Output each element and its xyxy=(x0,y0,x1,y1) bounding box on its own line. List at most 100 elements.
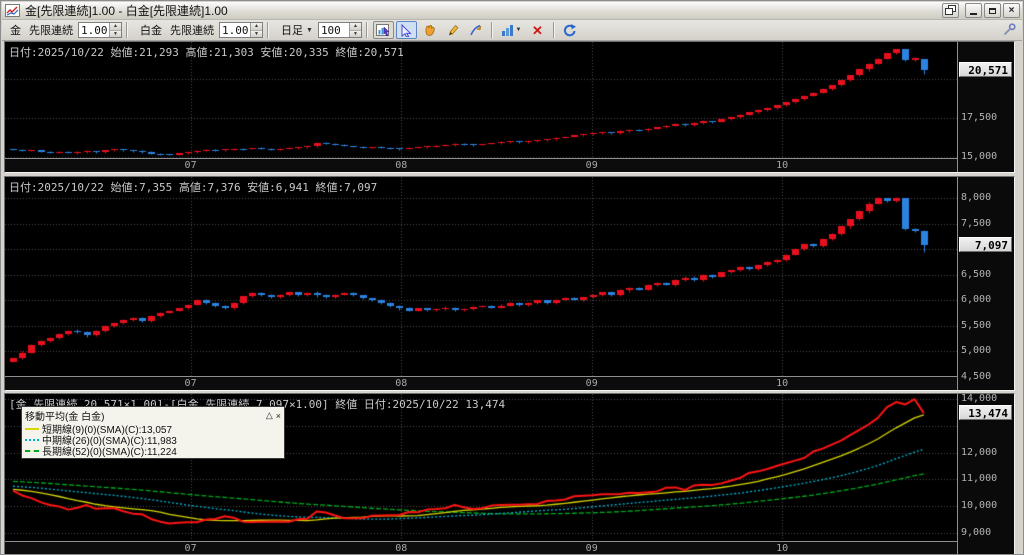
x-axis-month-label: 08 xyxy=(395,160,408,171)
y-axis-tick-label: 9,000 xyxy=(961,526,992,538)
legend-collapse-icon[interactable]: △ xyxy=(266,410,273,421)
refresh-icon xyxy=(564,23,577,36)
long-ma-label: 長期線(52)(0)(SMA)(C):11,224 xyxy=(42,447,177,458)
pencil-icon xyxy=(448,24,459,35)
toolbar: 金 先限連続 1.00 ▲ ▼ 白金 先限連続 1.00 ▲ ▼ 日足 ▼ 100 … xyxy=(2,20,1022,41)
short-ma-swatch xyxy=(25,427,39,430)
gold-ohlc-info: 日付:2025/10/22 始値:21,293 高値:21,303 安値:20,… xyxy=(9,46,404,59)
gold-y-axis: 17,500 15,000 20,571 xyxy=(957,42,1014,172)
spinner-buttons[interactable]: ▲ ▼ xyxy=(348,23,361,37)
y-axis-tick-label: 8,000 xyxy=(961,192,992,204)
pen-annotate-tool-button[interactable] xyxy=(465,21,486,39)
select-arrow-tool-button[interactable] xyxy=(395,21,417,39)
y-axis-tick-label: 12,000 xyxy=(961,446,998,458)
window-title: 金[先限連続]1.00 - 白金[先限連続]1.00 xyxy=(25,4,228,18)
maximize-icon xyxy=(989,7,996,14)
y-axis-tick-label: 15,000 xyxy=(961,150,998,162)
y-axis-tick-label: 6,000 xyxy=(961,294,992,306)
spinner-buttons[interactable]: ▲ ▼ xyxy=(250,23,262,37)
x-axis-month-label: 07 xyxy=(184,378,197,389)
toolbar-separator xyxy=(126,22,128,38)
spin-down-icon[interactable]: ▼ xyxy=(349,29,361,37)
gold-x-axis: 07 08 09 10 xyxy=(5,158,957,172)
title-bar[interactable]: 金[先限連続]1.00 - 白金[先限連続]1.00 × xyxy=(2,2,1022,20)
gold-chart-panel: 日付:2025/10/22 始値:21,293 高値:21,303 安値:20,… xyxy=(4,41,1015,173)
last-price-badge: 20,571 xyxy=(959,61,1012,77)
remove-indicator-icon: ✕ xyxy=(531,22,543,38)
spinner-buttons[interactable]: ▲ ▼ xyxy=(109,23,121,37)
maximize-button[interactable] xyxy=(984,3,1001,18)
indicator-bars-icon xyxy=(502,25,514,36)
gold-multiplier-value[interactable]: 1.00 xyxy=(79,23,109,37)
platinum-y-axis: 8,000 7,500 6,500 6,000 5,500 5,000 4,500 7,097 xyxy=(957,177,1014,390)
y-axis-tick-label: 17,500 xyxy=(961,111,998,123)
y-axis-tick-label: 14,000 xyxy=(961,394,998,405)
spin-down-icon[interactable]: ▼ xyxy=(110,29,121,37)
platinum-series-label[interactable]: 先限連続 xyxy=(170,22,214,38)
app-window: 金[先限連続]1.00 - 白金[先限連続]1.00 × 金 先限連続 1.00… xyxy=(0,0,1024,555)
gold-multiplier-spinner[interactable]: 1.00 ▲ ▼ xyxy=(78,22,122,38)
select-arrow-icon xyxy=(401,23,413,37)
x-axis-month-label: 07 xyxy=(184,543,197,554)
platinum-ohlc-info: 日付:2025/10/22 始値:7,355 高値:7,376 安値:6,941… xyxy=(9,181,378,194)
timeframe-dropdown[interactable]: 日足 xyxy=(281,22,303,38)
y-axis-tick-label: 7,500 xyxy=(961,217,992,229)
spread-x-axis: 07 08 09 10 xyxy=(5,541,957,554)
spin-down-icon[interactable]: ▼ xyxy=(251,29,262,37)
refresh-button[interactable] xyxy=(560,21,581,39)
hand-pan-icon xyxy=(425,24,435,36)
pen-annotate-icon xyxy=(470,24,482,35)
mid-ma-swatch xyxy=(25,438,39,441)
x-axis-month-label: 08 xyxy=(395,378,408,389)
hand-pan-tool-button[interactable] xyxy=(419,21,440,39)
x-axis-month-label: 10 xyxy=(776,543,789,554)
toolbar-separator xyxy=(490,22,493,38)
chevron-down-icon[interactable]: ▼ xyxy=(515,27,521,33)
chevron-down-icon[interactable]: ▼ xyxy=(306,27,313,34)
chart-cursor-tool-button[interactable] xyxy=(372,21,394,39)
x-axis-month-label: 08 xyxy=(395,543,408,554)
y-axis-tick-label: 5,500 xyxy=(961,319,992,331)
gold-symbol-label: 金 xyxy=(10,25,21,37)
toolbar-separator xyxy=(267,22,269,38)
legend-close-icon[interactable]: × xyxy=(276,411,281,421)
long-ma-swatch xyxy=(25,449,39,452)
y-axis-tick-label: 10,000 xyxy=(961,500,998,512)
y-axis-tick-label: 6,500 xyxy=(961,268,992,280)
platinum-x-axis: 07 08 09 10 xyxy=(5,376,957,390)
close-icon: × xyxy=(1008,4,1015,16)
platinum-multiplier-value[interactable]: 1.00 xyxy=(220,23,250,37)
platinum-chart-panel: 日付:2025/10/22 始値:7,355 高値:7,376 安値:6,941… xyxy=(4,176,1015,391)
y-axis-tick-label: 11,000 xyxy=(961,473,998,485)
minimize-button[interactable] xyxy=(965,3,982,18)
spread-y-axis: 14,000 12,000 11,000 10,000 9,000 13,474 xyxy=(957,394,1014,554)
x-axis-month-label: 09 xyxy=(585,160,598,171)
chart-cursor-icon xyxy=(376,23,391,36)
gold-series-label[interactable]: 先限連続 xyxy=(29,22,73,38)
platinum-symbol-label: 白金 xyxy=(140,25,162,37)
toolbar-separator xyxy=(552,22,555,38)
remove-indicator-button[interactable]: ✕ xyxy=(527,21,548,39)
settings-wrench-icon[interactable] xyxy=(1003,23,1016,39)
indicator-bars-button[interactable]: ▼ xyxy=(498,21,525,39)
y-axis-tick-label: 5,000 xyxy=(961,345,992,357)
platinum-multiplier-spinner[interactable]: 1.00 ▲ ▼ xyxy=(219,22,263,38)
cascade-window-button[interactable] xyxy=(942,3,959,18)
last-price-badge: 13,474 xyxy=(959,405,1012,421)
last-price-badge: 7,097 xyxy=(959,236,1012,252)
close-button[interactable]: × xyxy=(1003,3,1020,18)
moving-average-legend[interactable]: 移動平均(金 白金) △ × 短期線(9)(0)(SMA)(C):13,057 … xyxy=(21,406,285,459)
bar-count-value[interactable]: 100 xyxy=(319,23,349,37)
y-axis-tick-label: 4,500 xyxy=(961,371,992,382)
x-axis-month-label: 09 xyxy=(585,378,598,389)
bar-count-spinner[interactable]: 100 ▲ ▼ xyxy=(317,22,362,38)
pencil-draw-tool-button[interactable] xyxy=(442,21,463,39)
platinum-candlestick-chart[interactable] xyxy=(5,177,957,377)
app-icon xyxy=(5,4,21,17)
minimize-icon xyxy=(970,12,977,15)
toolbar-separator xyxy=(365,22,368,38)
x-axis-month-label: 10 xyxy=(776,378,789,389)
spread-chart-panel: [金 先限連続 20,571×1.00]-[白金 先限連続 7,097×1.00… xyxy=(4,393,1015,554)
x-axis-month-label: 10 xyxy=(776,160,789,171)
legend-row-long-ma: 長期線(52)(0)(SMA)(C):11,224 xyxy=(25,445,281,458)
